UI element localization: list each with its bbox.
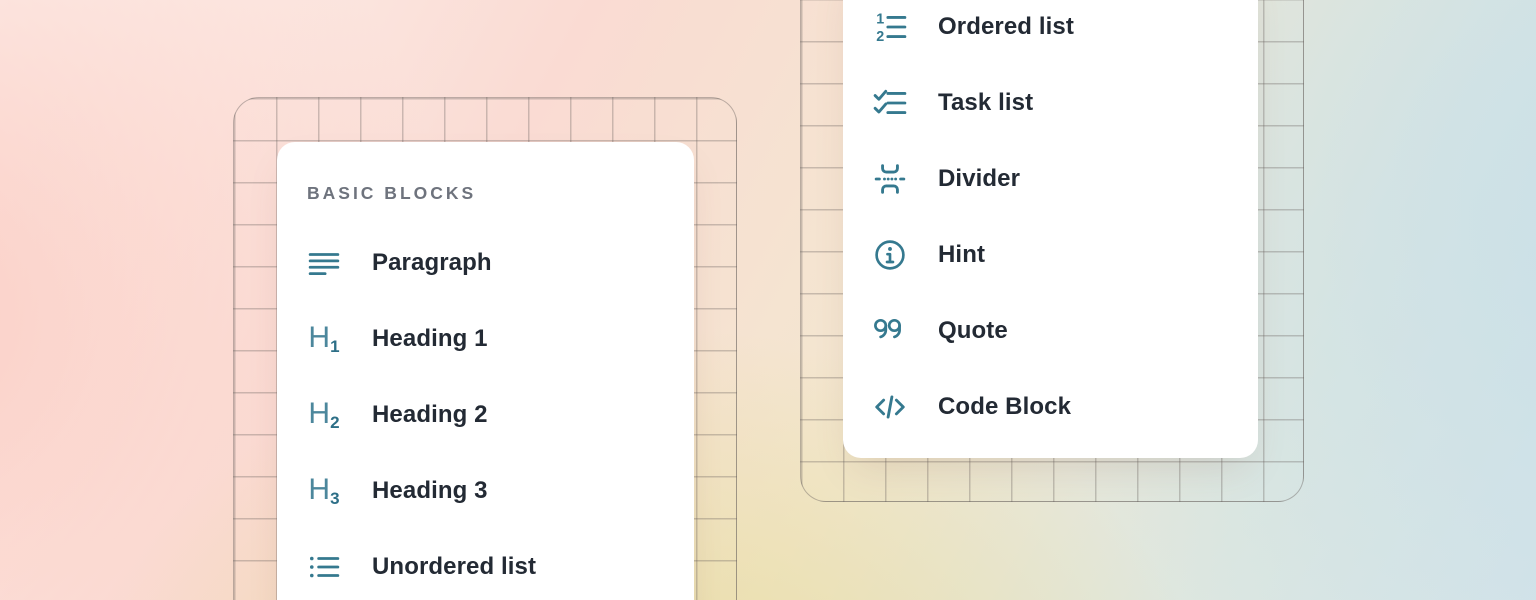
- menu-item-heading-1[interactable]: H1 Heading 1: [307, 322, 488, 356]
- unordered-list-icon: [307, 550, 341, 584]
- menu-item-divider[interactable]: Divider: [873, 162, 1020, 196]
- menu-item-label: Unordered list: [372, 553, 536, 581]
- svg-text:2: 2: [876, 29, 884, 44]
- menu-item-code-block[interactable]: Code Block: [873, 390, 1071, 424]
- menu-item-label: Code Block: [938, 393, 1071, 421]
- divider-icon: [873, 162, 907, 196]
- hint-icon: [873, 238, 907, 272]
- menu-item-label: Heading 1: [372, 325, 488, 353]
- menu-item-label: Heading 2: [372, 401, 488, 429]
- heading-2-icon: H2: [307, 398, 341, 432]
- menu-item-label: Divider: [938, 165, 1020, 193]
- menu-item-label: Ordered list: [938, 13, 1074, 41]
- menu-item-paragraph[interactable]: Paragraph: [307, 246, 492, 280]
- section-header-basic-blocks: BASIC BLOCKS: [307, 183, 476, 204]
- menu-item-ordered-list[interactable]: 12Ordered list: [873, 10, 1074, 44]
- ordered-list-icon: 12: [873, 10, 907, 44]
- background-gradient: BASIC BLOCKS Paragraph H1 Heading 1 H2 Headi…: [0, 0, 1536, 600]
- basic-blocks-menu-card: BASIC BLOCKS Paragraph H1 Heading 1 H2 Headi…: [277, 142, 694, 600]
- svg-text:1: 1: [876, 11, 884, 27]
- heading-1-icon: H1: [307, 322, 341, 356]
- menu-item-heading-2[interactable]: H2 Heading 2: [307, 398, 488, 432]
- quote-icon: [873, 314, 907, 348]
- menu-item-label: Paragraph: [372, 249, 492, 277]
- menu-item-label: Hint: [938, 241, 985, 269]
- menu-item-hint[interactable]: Hint: [873, 238, 985, 272]
- menu-item-task-list[interactable]: Task list: [873, 86, 1033, 120]
- blocks-menu-card-continued: 12Ordered listTask listDividerHintQuoteC…: [843, 0, 1258, 458]
- menu-item-heading-3[interactable]: H3 Heading 3: [307, 474, 488, 508]
- heading-3-icon: H3: [307, 474, 341, 508]
- menu-item-unordered-list[interactable]: Unordered list: [307, 550, 536, 584]
- task-list-icon: [873, 86, 907, 120]
- menu-item-quote[interactable]: Quote: [873, 314, 1008, 348]
- menu-item-label: Heading 3: [372, 477, 488, 505]
- paragraph-icon: [307, 246, 341, 280]
- menu-item-label: Quote: [938, 317, 1008, 345]
- code-block-icon: [873, 390, 907, 424]
- menu-item-label: Task list: [938, 89, 1033, 117]
